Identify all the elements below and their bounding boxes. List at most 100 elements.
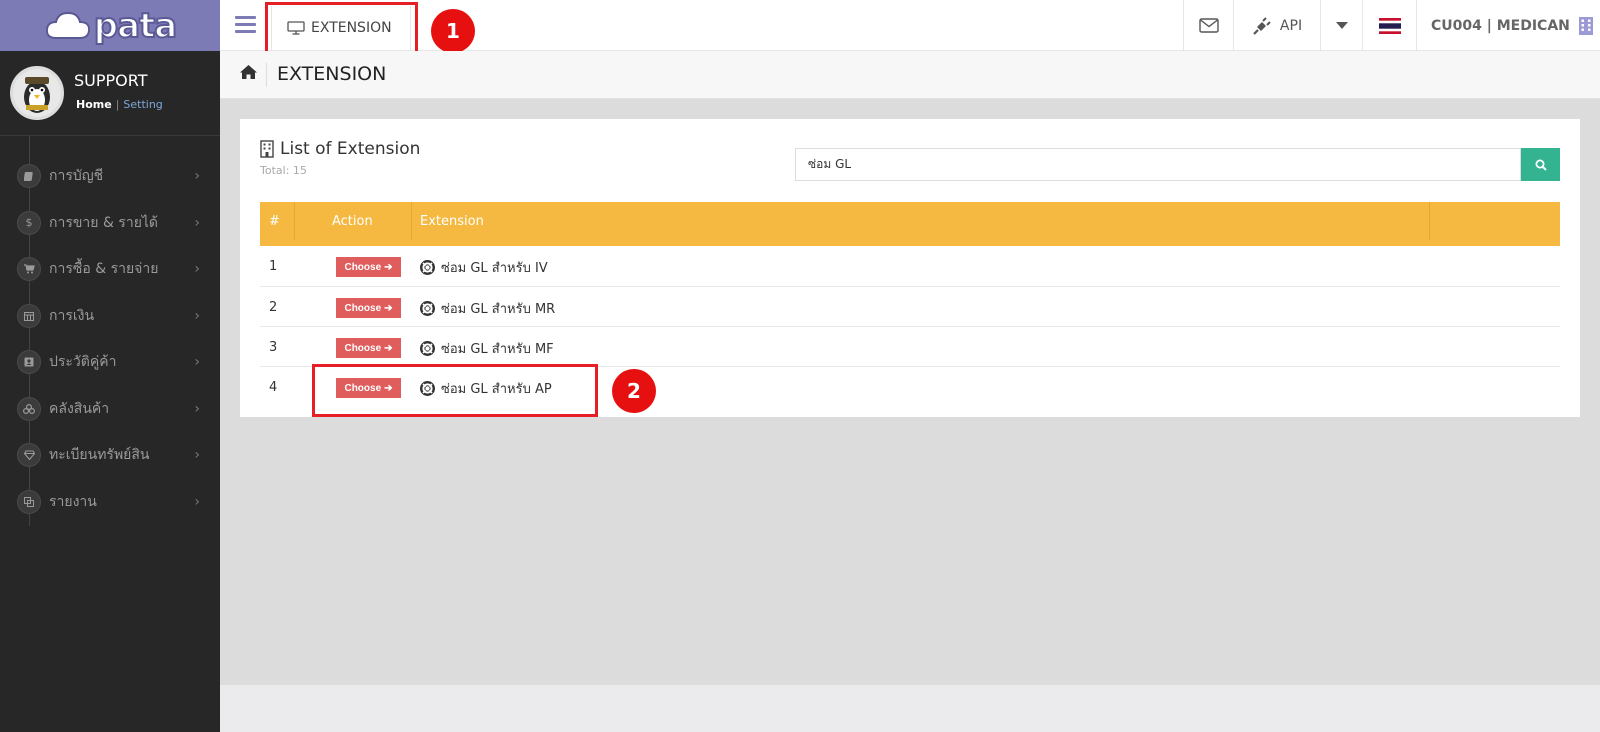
arrow-right-icon: ➔: [384, 261, 393, 273]
sidebar-item-partners[interactable]: ประวัติคู่ค้า ›: [0, 339, 220, 386]
callout-highlight-2: [312, 364, 598, 417]
hamburger-menu-icon[interactable]: [235, 16, 256, 34]
penguin-avatar-icon: [13, 69, 61, 117]
row-number: 4: [269, 380, 278, 395]
home-link[interactable]: Home: [76, 98, 112, 111]
life-ring-icon: [420, 301, 435, 316]
building-icon: [1578, 16, 1593, 35]
sidebar-item-label: การซื้อ & รายจ่าย: [49, 261, 159, 278]
chevron-right-icon: ›: [194, 493, 200, 510]
logo-text: pata: [93, 5, 179, 47]
choose-label: Choose: [344, 342, 382, 354]
cloud-logo-icon: [45, 11, 90, 39]
column-header-action: Action: [295, 202, 412, 240]
life-ring-icon: [420, 341, 435, 356]
api-label: API: [1279, 17, 1303, 34]
diamond-icon: [17, 443, 41, 468]
choose-button[interactable]: Choose ➔: [336, 298, 401, 318]
dollar-icon: $: [17, 210, 41, 235]
copy-icon: [17, 489, 41, 514]
breadcrumb: EXTENSION: [220, 51, 1600, 99]
logo-bar[interactable]: pata: [0, 0, 220, 51]
sidebar-item-purchases[interactable]: การซื้อ & รายจ่าย ›: [0, 246, 220, 293]
row-number: 1: [269, 259, 278, 274]
choose-button[interactable]: Choose ➔: [336, 338, 401, 358]
table-row: 3 Choose ➔ ซ่อม GL สำหรับ MF: [260, 326, 1560, 366]
book-icon: [17, 164, 41, 189]
sidebar-item-label: การขาย & รายได้: [49, 214, 159, 231]
user-company-button[interactable]: CU004 | MEDICAN: [1416, 0, 1600, 51]
calendar-icon: [17, 303, 41, 328]
profile-panel: SUPPORT Home | Setting: [0, 51, 220, 136]
chevron-right-icon: ›: [194, 400, 200, 417]
panel-title: List of Extension: [260, 139, 420, 159]
extension-name[interactable]: ซ่อม GL สำหรับ MR: [420, 298, 555, 319]
search-button[interactable]: [1521, 148, 1560, 181]
sidebar-item-accounting[interactable]: การบัญชี ›: [0, 153, 220, 200]
avatar[interactable]: [10, 66, 64, 120]
sidebar: pata SUPPORT Home | Setting การบัญชี › $…: [0, 0, 220, 732]
arrow-right-icon: ➔: [384, 342, 393, 354]
sidebar-item-label: ทะเบียนทรัพย์สิน: [49, 447, 150, 464]
language-button[interactable]: [1362, 0, 1416, 51]
row-number: 2: [269, 300, 278, 315]
choose-button[interactable]: Choose ➔: [336, 257, 401, 277]
extension-name[interactable]: ซ่อม GL สำหรับ IV: [420, 257, 548, 278]
mail-button[interactable]: [1183, 0, 1233, 51]
row-number: 3: [269, 340, 278, 355]
table-row: 1 Choose ➔ ซ่อม GL สำหรับ IV: [260, 246, 1560, 286]
dropdown-caret-button[interactable]: [1320, 0, 1362, 51]
callout-badge-1: 1: [431, 9, 475, 53]
sidebar-item-label: ประวัติคู่ค้า: [49, 354, 117, 371]
chevron-right-icon: ›: [194, 261, 200, 277]
chevron-right-icon: ›: [194, 354, 200, 370]
breadcrumb-separator: [266, 63, 267, 87]
sidebar-item-assets[interactable]: ทะเบียนทรัพย์สิน ›: [0, 432, 220, 479]
plug-icon: [1253, 16, 1271, 35]
thai-flag-icon: [1378, 17, 1401, 34]
extension-name-text: ซ่อม GL สำหรับ IV: [441, 261, 548, 276]
setting-link[interactable]: Setting: [123, 98, 162, 111]
home-icon[interactable]: [239, 64, 258, 80]
sidebar-item-label: คลังสินค้า: [49, 400, 110, 417]
top-bar: EXTENSION API CU004 | MEDICAN: [220, 0, 1600, 51]
contact-icon: [17, 350, 41, 375]
link-separator: |: [115, 98, 120, 111]
chevron-right-icon: ›: [194, 214, 200, 231]
search-icon: [1535, 159, 1547, 171]
profile-name: SUPPORT: [74, 71, 148, 90]
boxes-icon: [17, 396, 41, 421]
sidebar-item-label: การเงิน: [49, 307, 95, 324]
sidebar-item-label: รายงาน: [49, 493, 97, 510]
sidebar-item-reports[interactable]: รายงาน ›: [0, 479, 220, 526]
total-count: Total: 15: [260, 164, 307, 177]
table-row: 2 Choose ➔ ซ่อม GL สำหรับ MR: [260, 286, 1560, 326]
building-outline-icon: [260, 140, 274, 158]
profile-links: Home | Setting: [76, 98, 163, 111]
life-ring-icon: [420, 260, 435, 275]
search-input[interactable]: [795, 148, 1521, 181]
table-header: # Action Extension: [260, 202, 1560, 240]
callout-badge-2: 2: [612, 369, 656, 413]
sidebar-item-label: การบัญชี: [49, 168, 104, 185]
extension-name-text: ซ่อม GL สำหรับ MF: [441, 342, 554, 357]
extension-name[interactable]: ซ่อม GL สำหรับ MF: [420, 338, 554, 359]
sidebar-item-sales[interactable]: $ การขาย & รายได้ ›: [0, 200, 220, 247]
column-header-extension: Extension: [412, 202, 1430, 240]
user-company-label: CU004 | MEDICAN: [1431, 17, 1570, 34]
chevron-right-icon: ›: [194, 447, 200, 463]
cart-icon: [17, 257, 41, 282]
panel-title-text: List of Extension: [280, 139, 421, 159]
envelope-icon: [1198, 18, 1219, 33]
chevron-right-icon: ›: [194, 168, 200, 184]
page-title: EXTENSION: [277, 63, 387, 85]
chevron-right-icon: ›: [194, 307, 200, 324]
sidebar-item-inventory[interactable]: คลังสินค้า ›: [0, 386, 220, 433]
footer-area: [220, 685, 1600, 732]
choose-label: Choose: [344, 261, 382, 273]
sidebar-item-finance[interactable]: การเงิน ›: [0, 293, 220, 340]
caret-down-icon: [1335, 22, 1348, 29]
arrow-right-icon: ➔: [384, 302, 393, 314]
api-button[interactable]: API: [1233, 0, 1320, 51]
choose-label: Choose: [344, 302, 382, 314]
